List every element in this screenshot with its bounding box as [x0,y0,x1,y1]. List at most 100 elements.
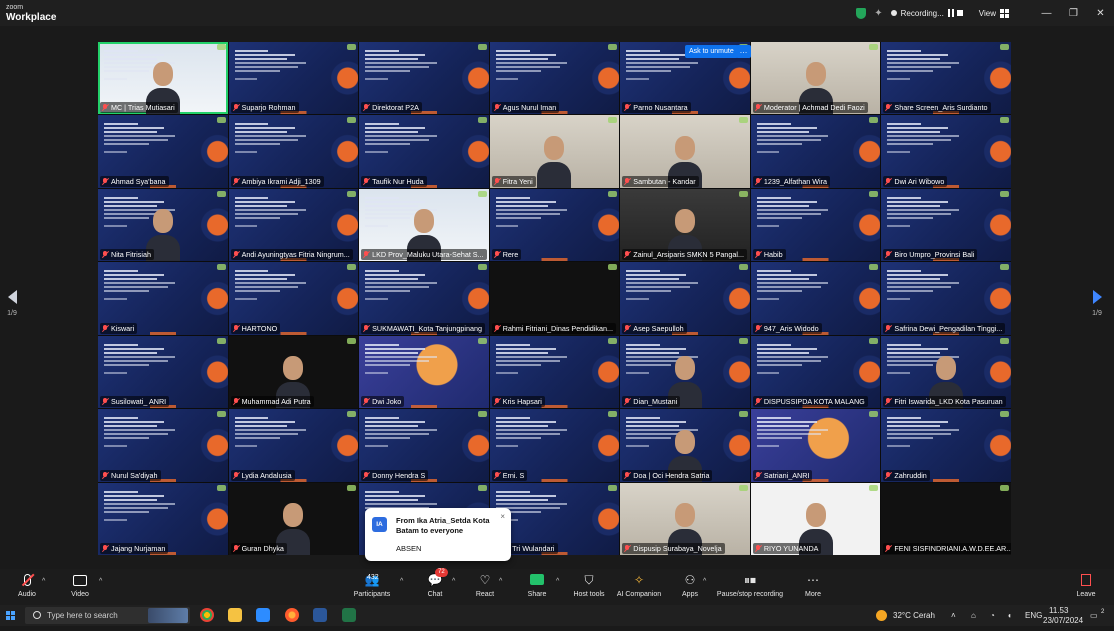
restore-icon[interactable]: ❐ [1060,8,1087,19]
video-tile[interactable]: RIYO YUNANDA [750,482,881,555]
taskbar-search[interactable]: Type here to search [25,607,190,624]
firefox-icon[interactable] [285,608,299,622]
video-tile[interactable]: Nurul Sa'diyah [98,409,228,482]
excel-icon[interactable] [342,608,356,622]
video-tile[interactable]: Fitri Iswarida_LKD Kota Pasuruan [881,335,1011,409]
leave-button[interactable]: Leave [1075,573,1097,598]
video-tile[interactable]: Jajang Nurjaman [98,482,228,555]
video-tile[interactable]: Susilowati_ ANRI [98,335,228,409]
video-tile[interactable]: Kris Hapsari [489,335,620,409]
tile-more-button[interactable]: … [736,45,751,58]
more-button[interactable]: ⋯ More [802,573,824,598]
notification-icon[interactable]: ▭ [1090,605,1098,626]
video-tile[interactable]: Andi Ayuningtyas Fitria Ningrum... [228,188,359,262]
ask-to-unmute-button[interactable]: Ask to unmute [685,45,738,58]
video-tile[interactable]: Doa | Oci Hendra Satria [620,409,750,482]
video-tile[interactable]: DISPUSSIPDA KOTA MALANG [750,335,881,409]
apps-caret-icon[interactable]: ^ [703,578,706,585]
share-button[interactable]: Share [524,573,550,598]
language-indicator[interactable]: ENG [1025,605,1042,626]
word-icon[interactable] [313,608,327,622]
encryption-shield-icon[interactable] [856,7,867,19]
minimize-icon[interactable]: — [1033,8,1060,19]
host-tools-button[interactable]: ⛉ Host tools [571,573,607,598]
video-tile[interactable]: 947_Aris Widodo [750,262,881,335]
react-caret-icon[interactable]: ^ [499,578,502,585]
video-tile[interactable]: MC | Trias Mutiasari [98,42,228,115]
pause-stop-recording-button[interactable]: ⏸⏹ Pause/stop recording [716,573,784,598]
video-tile[interactable]: Zahruddin [881,409,1011,482]
video-tile[interactable]: Muhammad Adi Putra [228,335,359,409]
close-icon[interactable]: ✕ [1087,8,1114,19]
wifi-icon[interactable]: ◔ [990,605,995,626]
video-tile[interactable]: FENI SISFINDRIANI.A.W.D.EE.AR... [881,482,1011,555]
apps-button[interactable]: ⚇ Apps [679,573,701,598]
camera-on-icon [738,484,748,491]
video-tile[interactable]: Rahmi Fitriani_Dinas Pendidikan... [489,262,620,335]
video-tile[interactable]: SUKMAWATI_Kota Tanjungpinang [359,262,489,335]
volume-icon[interactable]: ◖ [1007,605,1012,626]
view-button[interactable]: View [979,8,1009,18]
zoom-app-icon[interactable] [256,608,270,622]
participant-name: Dwi Joko [361,396,405,408]
windows-start-icon[interactable] [6,611,15,620]
video-tile[interactable]: Agus Nurul Iman [489,42,620,115]
clock-date[interactable]: 23/07/2024 [1043,610,1083,631]
video-tile[interactable]: Share Screen_Aris Surdianto [881,42,1011,115]
video-tile[interactable]: Biro Umpro_Provinsi Bali [881,188,1011,262]
video-tile[interactable]: Dian_Mustani [620,335,750,409]
video-tile[interactable]: Suparjo Rohman [228,42,359,115]
tray-chevron-icon[interactable]: ˄ [951,605,956,626]
participant-name-text: Safrina Dewi_Pengadilan Tinggi... [894,323,1003,333]
video-tile[interactable]: Erni. S [489,409,620,482]
video-tile[interactable]: Sambutan - Kandar [620,115,750,188]
previous-page-button[interactable]: 1/9 [2,290,22,317]
video-button[interactable]: Video [67,573,93,598]
chat-notification[interactable]: IA From Ika Atria_Setda Kota Batam to ev… [365,508,511,561]
video-tile[interactable]: Ahmad Sya'bana [98,115,228,188]
network-icon[interactable]: ⌂ [971,605,976,626]
video-tile[interactable]: Kiswari [98,262,228,335]
video-tile[interactable]: Dwi Joko [359,335,489,409]
video-tile[interactable]: Direktorat P2A [359,42,489,115]
chat-button[interactable]: 💬 72 Chat [423,568,448,598]
video-tile[interactable]: Satriani_ANRI [750,409,881,482]
video-tile[interactable]: HARTONO [228,262,359,335]
video-tile[interactable]: Ambiya Ikrami Adji_1309 [228,115,359,188]
mic-muted-icon [233,251,239,258]
weather-text[interactable]: 32°C Cerah [893,605,935,626]
video-tile[interactable]: Habib [750,188,881,262]
video-tile[interactable]: LKD Prov_Maluku Utara-Sehat S... [359,188,489,262]
audio-caret-icon[interactable]: ^ [42,578,45,585]
page-indicator-left: 1/9 [7,310,17,317]
ai-companion-button[interactable]: ✧ AI Companion [615,573,663,598]
video-caret-icon[interactable]: ^ [99,578,102,585]
video-tile[interactable]: Dwi Ari Wibowo [881,115,1011,188]
stop-recording-icon[interactable] [956,10,963,16]
video-tile[interactable]: Rere [489,188,620,262]
video-tile[interactable]: Nita Fitrisiah [98,188,228,262]
participants-button[interactable]: 👥 432 Participants [350,573,394,598]
video-tile[interactable]: Moderator | Achmad Dedi Faozi [750,42,881,115]
video-tile[interactable]: Asep Saepulloh [620,262,750,335]
share-caret-icon[interactable]: ^ [556,578,559,585]
pause-recording-icon[interactable] [947,9,954,17]
video-tile[interactable]: Fitra Yeni [489,115,620,188]
file-explorer-icon[interactable] [228,608,242,622]
video-tile[interactable]: Lydia Andalusia [228,409,359,482]
chrome-icon[interactable] [200,608,214,622]
close-notification-icon[interactable]: × [500,512,505,521]
video-tile[interactable]: Guran Dhyka [228,482,359,555]
next-page-button[interactable]: 1/9 [1087,290,1107,317]
ai-sparkle-icon[interactable]: ✦ [874,8,882,19]
react-button[interactable]: ♡ React [472,573,498,598]
video-tile[interactable]: Safrina Dewi_Pengadilan Tinggi... [881,262,1011,335]
audio-button[interactable]: Audio [14,573,40,598]
video-tile[interactable]: Dispusip Surabaya_Novelja [620,482,750,555]
participants-caret-icon[interactable]: ^ [400,578,403,585]
video-tile[interactable]: Donny Hendra S [359,409,489,482]
video-tile[interactable]: 1239_Alfathan Wira [750,115,881,188]
video-tile[interactable]: Taufik Nur Huda [359,115,489,188]
chat-caret-icon[interactable]: ^ [452,578,455,585]
video-tile[interactable]: Zainul_Arsiparis SMKN 5 Pangal... [620,188,750,262]
